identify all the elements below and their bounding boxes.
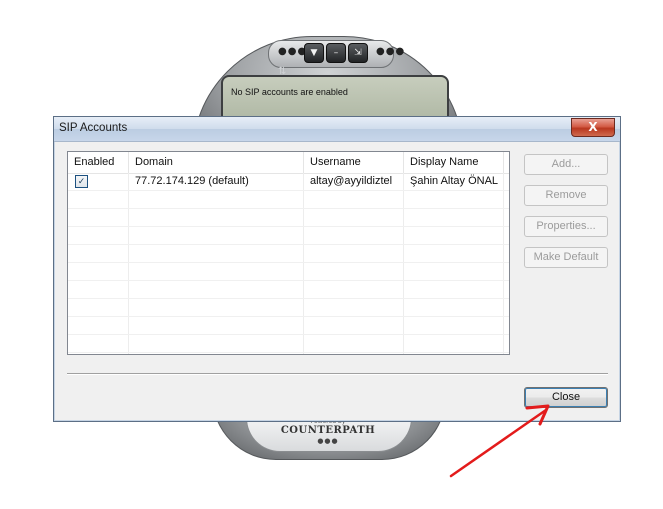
- annotation-arrow-icon: [449, 404, 550, 478]
- annotation-arrow-shaft: [449, 408, 548, 478]
